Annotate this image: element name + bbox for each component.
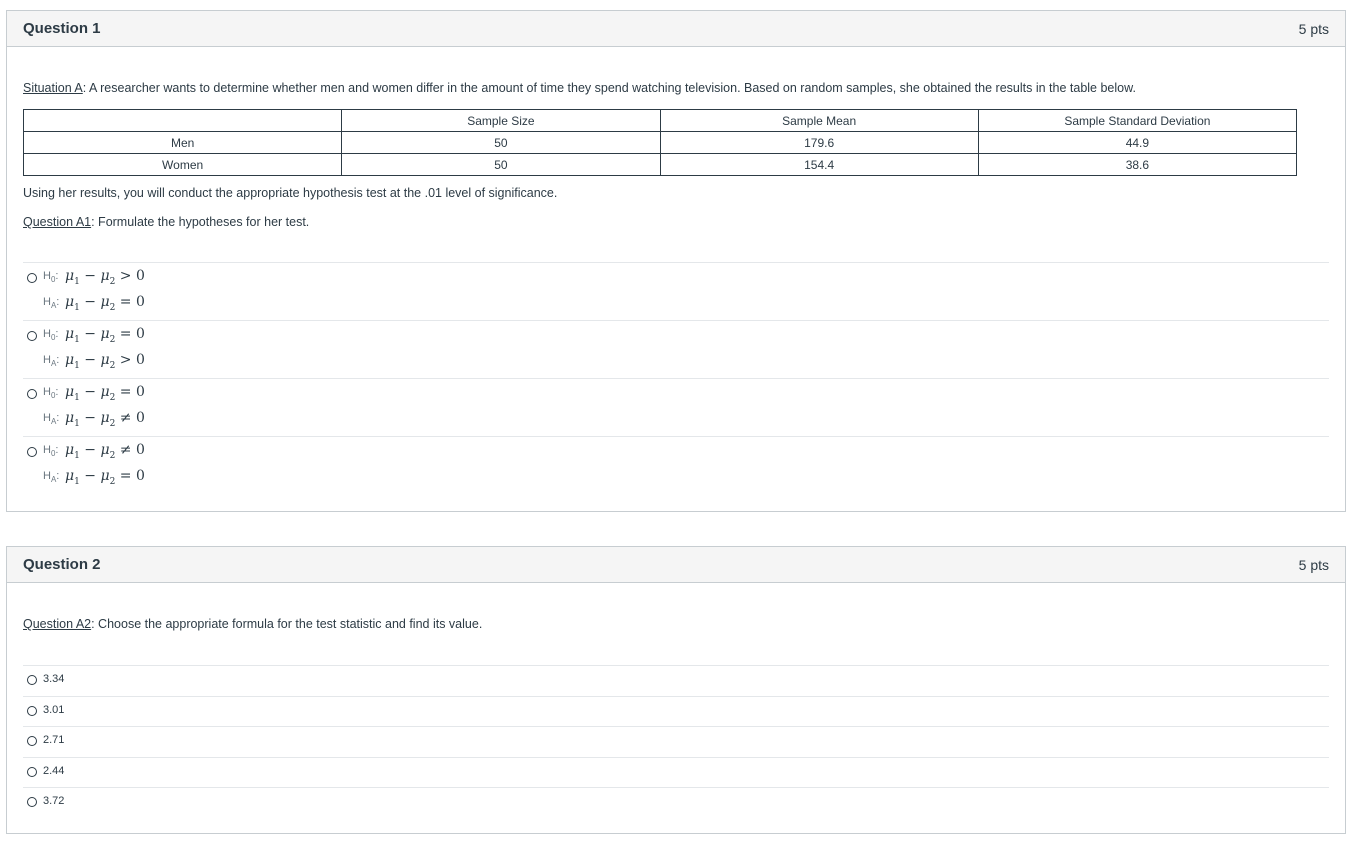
table-cell: 50 bbox=[341, 131, 661, 154]
answer-option[interactable]: 2.44 bbox=[23, 756, 1329, 788]
question-1: Question 1 5 pts Situation A: A research… bbox=[6, 10, 1346, 512]
sub-question-link[interactable]: Question A1 bbox=[23, 215, 91, 229]
radio-button[interactable] bbox=[27, 736, 37, 746]
null-hypothesis-label: H0: bbox=[43, 328, 59, 343]
table-cell: 154.4 bbox=[659, 153, 979, 176]
table-header: Sample Mean bbox=[659, 109, 979, 132]
answer-label: 3.01 bbox=[43, 703, 65, 716]
sub-question-text: Question A2: Choose the appropriate form… bbox=[23, 617, 483, 631]
radio-button[interactable] bbox=[27, 273, 37, 283]
answer-option[interactable]: H0: μ1 − μ2 = 0 HA: μ1 − μ2 ≠ 0 bbox=[23, 378, 1329, 436]
answer-option[interactable]: 3.01 bbox=[23, 695, 1329, 727]
alt-hypothesis-label: HA: bbox=[43, 470, 60, 485]
situation-text: Situation A: A researcher wants to deter… bbox=[23, 81, 1136, 95]
alt-hypothesis-expression: μ1 − μ2 > 0 bbox=[65, 352, 145, 371]
alt-hypothesis-expression: μ1 − μ2 = 0 bbox=[65, 468, 145, 487]
radio-button[interactable] bbox=[27, 675, 37, 685]
alt-hypothesis-expression: μ1 − μ2 ≠ 0 bbox=[65, 410, 145, 429]
null-hypothesis-expression: μ1 − μ2 > 0 bbox=[65, 268, 145, 287]
answer-label: 3.34 bbox=[43, 673, 65, 685]
radio-button[interactable] bbox=[27, 705, 37, 716]
answer-option[interactable]: H0: μ1 − μ2 ≠ 0 HA: μ1 − μ2 = 0 bbox=[23, 436, 1329, 494]
instructions-text: Using her results, you will conduct the … bbox=[23, 186, 558, 200]
table-row: Women 50 154.4 38.6 bbox=[22, 153, 1298, 176]
null-hypothesis-expression: μ1 − μ2 = 0 bbox=[65, 326, 145, 345]
answer-label: 2.71 bbox=[43, 734, 65, 746]
table-header: Sample Size bbox=[341, 109, 661, 132]
table-cell: 179.6 bbox=[659, 131, 979, 154]
answer-option[interactable]: 3.72 bbox=[23, 787, 1329, 818]
radio-button[interactable] bbox=[27, 766, 37, 777]
null-hypothesis-expression: μ1 − μ2 = 0 bbox=[65, 384, 145, 403]
answer-option[interactable]: H0: μ1 − μ2 = 0 HA: μ1 − μ2 > 0 bbox=[23, 320, 1329, 378]
answer-list: H0: μ1 − μ2 > 0 HA: μ1 − μ2 = 0 H0: μ1 − μ2 =… bbox=[23, 262, 1329, 494]
table-cell: Women bbox=[22, 153, 343, 176]
answer-option[interactable]: 2.71 bbox=[23, 726, 1329, 757]
null-hypothesis-label: H0: bbox=[43, 270, 59, 285]
question-points: 5 pts bbox=[1298, 556, 1329, 573]
null-hypothesis-label: H0: bbox=[43, 386, 59, 401]
radio-button[interactable] bbox=[27, 797, 37, 807]
question-header: Question 1 5 pts bbox=[7, 11, 1345, 47]
situation-link[interactable]: Situation A bbox=[23, 81, 83, 95]
answer-list: 3.34 3.01 2.71 2.44 3.72 bbox=[23, 665, 1329, 818]
table-row: Men 50 179.6 44.9 bbox=[22, 131, 1298, 154]
question-title: Question 1 bbox=[23, 20, 101, 37]
question-2: Question 2 5 pts Question A2: Choose the… bbox=[6, 546, 1346, 834]
question-title: Question 2 bbox=[23, 556, 101, 573]
table-header-row: Sample Size Sample Mean Sample Standard … bbox=[22, 109, 1298, 132]
alt-hypothesis-label: HA: bbox=[43, 354, 60, 369]
alt-hypothesis-label: HA: bbox=[43, 412, 60, 427]
question-points: 5 pts bbox=[1298, 20, 1329, 37]
null-hypothesis-label: H0: bbox=[43, 444, 59, 459]
table-header: Sample Standard Deviation bbox=[977, 109, 1298, 132]
table-cell: Men bbox=[22, 131, 343, 154]
answer-option[interactable]: H0: μ1 − μ2 > 0 HA: μ1 − μ2 = 0 bbox=[23, 262, 1329, 320]
results-table: Sample Size Sample Mean Sample Standard … bbox=[22, 109, 1298, 176]
table-cell: 50 bbox=[341, 153, 661, 176]
radio-button[interactable] bbox=[27, 331, 37, 341]
answer-option[interactable]: 3.34 bbox=[23, 665, 1329, 696]
table-cell: 44.9 bbox=[977, 131, 1298, 154]
answer-label: 3.72 bbox=[43, 795, 65, 807]
table-cell bbox=[22, 109, 343, 132]
alt-hypothesis-expression: μ1 − μ2 = 0 bbox=[65, 294, 145, 313]
radio-button[interactable] bbox=[27, 389, 37, 399]
table-cell: 38.6 bbox=[977, 153, 1298, 176]
null-hypothesis-expression: μ1 − μ2 ≠ 0 bbox=[65, 442, 145, 461]
answer-label: 2.44 bbox=[43, 764, 65, 777]
question-header: Question 2 5 pts bbox=[7, 547, 1345, 583]
alt-hypothesis-label: HA: bbox=[43, 296, 60, 311]
sub-question-text: Question A1: Formulate the hypotheses fo… bbox=[23, 215, 310, 229]
radio-button[interactable] bbox=[27, 447, 37, 457]
sub-question-link[interactable]: Question A2 bbox=[23, 617, 91, 631]
